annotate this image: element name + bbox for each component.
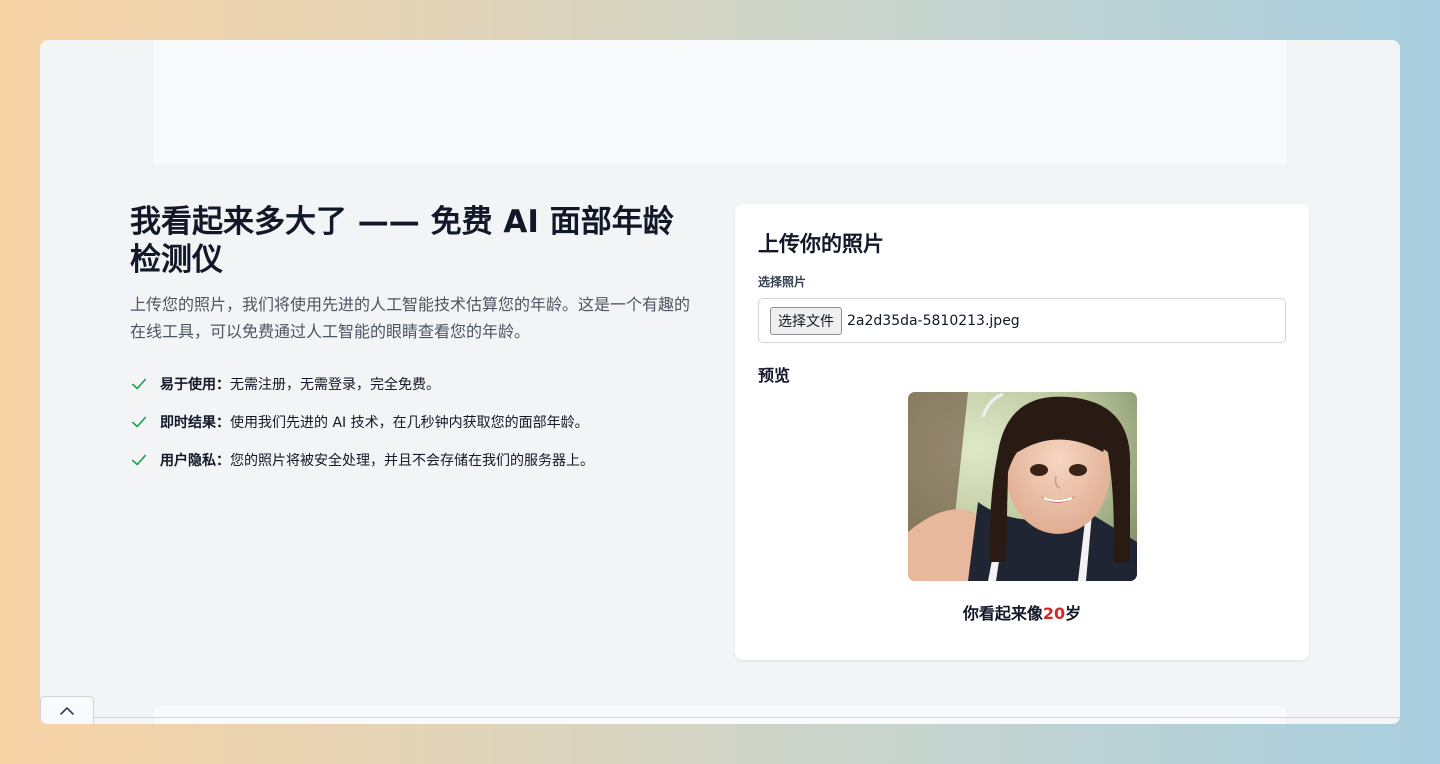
feature-text: 您的照片将被安全处理，并且不会存储在我们的服务器上。 bbox=[230, 453, 594, 469]
bottom-ad-area bbox=[154, 706, 1286, 724]
result-prefix: 你看起来像 bbox=[962, 604, 1043, 623]
feature-text: 使用我们先进的 AI 技术，在几秒钟内获取您的面部年龄。 bbox=[230, 415, 589, 431]
bottom-divider bbox=[94, 717, 1400, 718]
portrait-photo bbox=[908, 392, 1137, 581]
page-description: 上传您的照片，我们将使用先进的人工智能技术估算您的年龄。这是一个有趣的在线工具，… bbox=[130, 295, 691, 341]
estimated-age: 20 bbox=[1042, 604, 1066, 623]
selected-file-name: 2a2d35da-5810213.jpeg bbox=[847, 312, 1020, 329]
chevron-up-icon bbox=[60, 706, 74, 715]
feature-item: 用户隐私： 您的照片将被安全处理，并且不会存储在我们的服务器上。 bbox=[130, 441, 700, 479]
feature-title: 即时结果： bbox=[160, 415, 230, 431]
feature-text: 无需注册，无需登录，完全免费。 bbox=[230, 377, 440, 393]
feature-title: 用户隐私： bbox=[160, 453, 230, 469]
choose-file-button[interactable]: 选择文件 bbox=[770, 306, 842, 335]
feature-item: 即时结果： 使用我们先进的 AI 技术，在几秒钟内获取您的面部年龄。 bbox=[130, 403, 700, 441]
file-input[interactable]: 选择文件 2a2d35da-5810213.jpeg bbox=[758, 298, 1286, 343]
hero-section: 我看起来多大了 —— 免费 AI 面部年龄检测仪 上传您的照片，我们将使用先进的… bbox=[130, 203, 700, 479]
page-title: 我看起来多大了 —— 免费 AI 面部年龄检测仪 bbox=[130, 204, 674, 278]
feature-list: 易于使用： 无需注册，无需登录，完全免费。 即时结果： 使用我们先进的 AI 技… bbox=[130, 365, 700, 479]
top-ad-area bbox=[154, 40, 1286, 164]
preview-image bbox=[908, 392, 1137, 581]
collapse-button[interactable] bbox=[40, 696, 94, 724]
age-result: 你看起来像20岁 bbox=[735, 600, 1309, 624]
check-icon bbox=[131, 454, 147, 466]
photo-field-label: 选择照片 bbox=[758, 275, 807, 289]
preview-label: 预览 bbox=[758, 366, 791, 385]
browser-window: 我看起来多大了 —— 免费 AI 面部年龄检测仪 上传您的照片，我们将使用先进的… bbox=[40, 40, 1400, 724]
check-icon bbox=[131, 378, 147, 390]
feature-title: 易于使用： bbox=[160, 377, 230, 393]
upload-card: 上传你的照片 选择照片 选择文件 2a2d35da-5810213.jpeg 预… bbox=[735, 204, 1309, 660]
upload-card-title: 上传你的照片 bbox=[758, 232, 884, 256]
result-suffix: 岁 bbox=[1065, 604, 1082, 623]
check-icon bbox=[131, 416, 147, 428]
feature-item: 易于使用： 无需注册，无需登录，完全免费。 bbox=[130, 365, 700, 403]
